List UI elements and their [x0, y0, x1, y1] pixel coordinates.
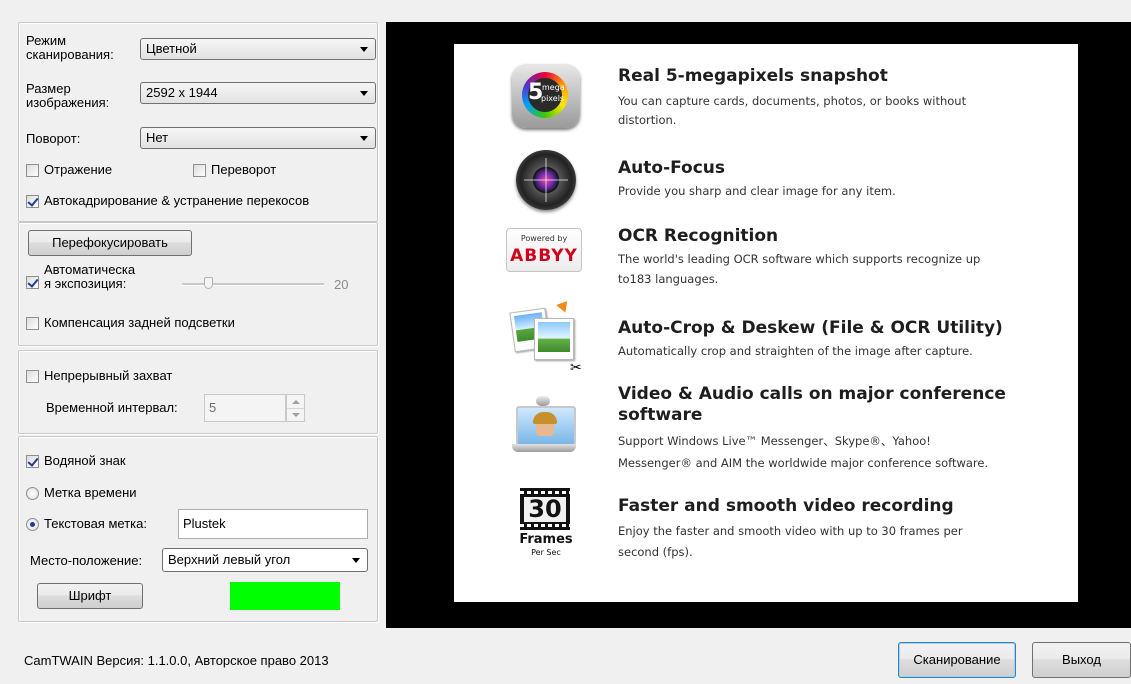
spin-down-icon[interactable]	[292, 413, 300, 417]
backlight-label: Компенсация задней подсветки	[44, 315, 235, 330]
auto-exposure-label-line2: я экспозиция:	[44, 276, 127, 291]
chevron-down-icon	[360, 47, 368, 52]
megapixel-mega: mega	[542, 83, 565, 92]
megapixel-pixels: pixels	[541, 94, 565, 103]
feature-title-megapixel: Real 5-megapixels snapshot	[618, 66, 888, 86]
image-size-select[interactable]: 2592 x 1944	[140, 82, 376, 104]
textmark-label: Текстовая метка:	[44, 516, 147, 531]
auto-crop-icon: ✂	[508, 296, 588, 376]
mirror-label: Отражение	[44, 162, 113, 177]
abbyy-logo-icon: Powered by ABBYY	[506, 228, 582, 272]
frames-label: Frames	[519, 532, 573, 547]
video-call-icon	[512, 396, 576, 460]
font-button[interactable]: Шрифт	[37, 583, 143, 609]
chevron-down-icon	[360, 136, 368, 141]
feature-title-recording: Faster and smooth video recording	[618, 496, 954, 516]
continuous-capture-label: Непрерывный захват	[44, 368, 173, 383]
chevron-down-icon	[352, 558, 360, 563]
timestamp-label: Метка времени	[44, 485, 137, 500]
mirror-checkbox[interactable]	[26, 164, 39, 177]
autocrop-checkbox[interactable]	[26, 195, 39, 208]
scan-button[interactable]: Сканирование	[898, 642, 1016, 678]
interval-spinner[interactable]	[286, 394, 305, 422]
textmark-input[interactable]: Plustek	[178, 509, 368, 539]
image-size-value: 2592 x 1944	[146, 85, 218, 100]
scan-mode-select[interactable]: Цветной	[140, 38, 376, 60]
timestamp-radio[interactable]	[26, 487, 39, 500]
scan-mode-value: Цветной	[146, 41, 197, 56]
feature-desc-recording-2: second (fps).	[618, 545, 693, 559]
feature-desc-megapixel-1: You can capture cards, documents, photos…	[618, 94, 967, 108]
interval-label: Временной интервал:	[46, 400, 178, 415]
feature-title-videocall-2: software	[618, 405, 703, 425]
feature-desc-ocr-1: The world's leading OCR software which s…	[618, 252, 981, 266]
chevron-down-icon	[360, 91, 368, 96]
watermark-checkbox[interactable]	[26, 455, 39, 468]
scissors-icon: ✂	[570, 359, 582, 375]
rotation-label: Поворот:	[26, 131, 81, 146]
interval-input[interactable]: 5	[204, 394, 286, 422]
feature-desc-recording-1: Enjoy the faster and smooth video with u…	[618, 524, 963, 538]
scan-mode-label: Режим сканирования:	[26, 33, 114, 62]
auto-exposure-label-line1: Автоматическа	[44, 262, 136, 277]
position-select[interactable]: Верхний левый угол	[162, 548, 368, 572]
feature-title-ocr: OCR Recognition	[618, 226, 779, 246]
feature-desc-megapixel-2: distortion.	[618, 113, 677, 127]
feature-title-autocrop: Auto-Crop & Deskew (File & OCR Utility)	[618, 318, 1003, 338]
image-size-label: Размер изображения:	[26, 81, 110, 110]
exposure-slider-thumb[interactable]	[204, 277, 213, 289]
version-text: CamTWAIN Версия: 1.1.0.0, Авторское прав…	[24, 653, 329, 668]
autocrop-label: Автокадрирование & устранение перекосов	[44, 193, 310, 208]
megapixel-icon: 5 mega pixels	[512, 64, 580, 128]
spin-up-icon[interactable]	[292, 400, 300, 404]
watermark-color-swatch[interactable]	[230, 582, 340, 610]
rotation-select[interactable]: Нет	[140, 127, 376, 149]
feature-desc-autofocus: Provide you sharp and clear image for an…	[618, 184, 896, 198]
feature-title-videocall-1: Video & Audio calls on major conference	[618, 384, 1006, 404]
textmark-radio[interactable]	[26, 518, 39, 531]
backlight-checkbox[interactable]	[26, 317, 39, 330]
flip-checkbox[interactable]	[193, 164, 206, 177]
auto-exposure-checkbox[interactable]	[26, 276, 39, 289]
capture-settings-group	[18, 350, 378, 434]
flip-label: Переворот	[211, 162, 277, 177]
lens-icon	[516, 150, 576, 210]
position-label: Место-положение:	[30, 553, 143, 568]
feature-title-autofocus: Auto-Focus	[618, 158, 726, 178]
exit-button[interactable]: Выход	[1032, 642, 1131, 678]
exposure-value: 20	[334, 277, 349, 292]
abbyy-wordmark: ABBYY	[510, 246, 578, 266]
feature-desc-autocrop: Automatically crop and straighten of the…	[618, 344, 973, 358]
abbyy-powered-by: Powered by	[520, 234, 568, 243]
position-value: Верхний левый угол	[168, 552, 291, 567]
feature-desc-videocall-1: Support Windows Live™ Messenger、Skype®、Y…	[618, 434, 931, 448]
rotation-value: Нет	[146, 130, 169, 145]
watermark-label: Водяной знак	[44, 453, 126, 468]
refocus-button[interactable]: Перефокусировать	[28, 230, 192, 256]
frames-number: 30	[528, 495, 562, 523]
feature-desc-ocr-2: to183 languages.	[618, 272, 719, 286]
continuous-capture-checkbox[interactable]	[26, 370, 39, 383]
frames-sublabel: Per Sec	[531, 548, 561, 557]
frames-icon: 30 Frames Per Sec	[514, 488, 578, 568]
feature-desc-videocall-2: Messenger® and AIM the worldwide major c…	[618, 456, 989, 470]
